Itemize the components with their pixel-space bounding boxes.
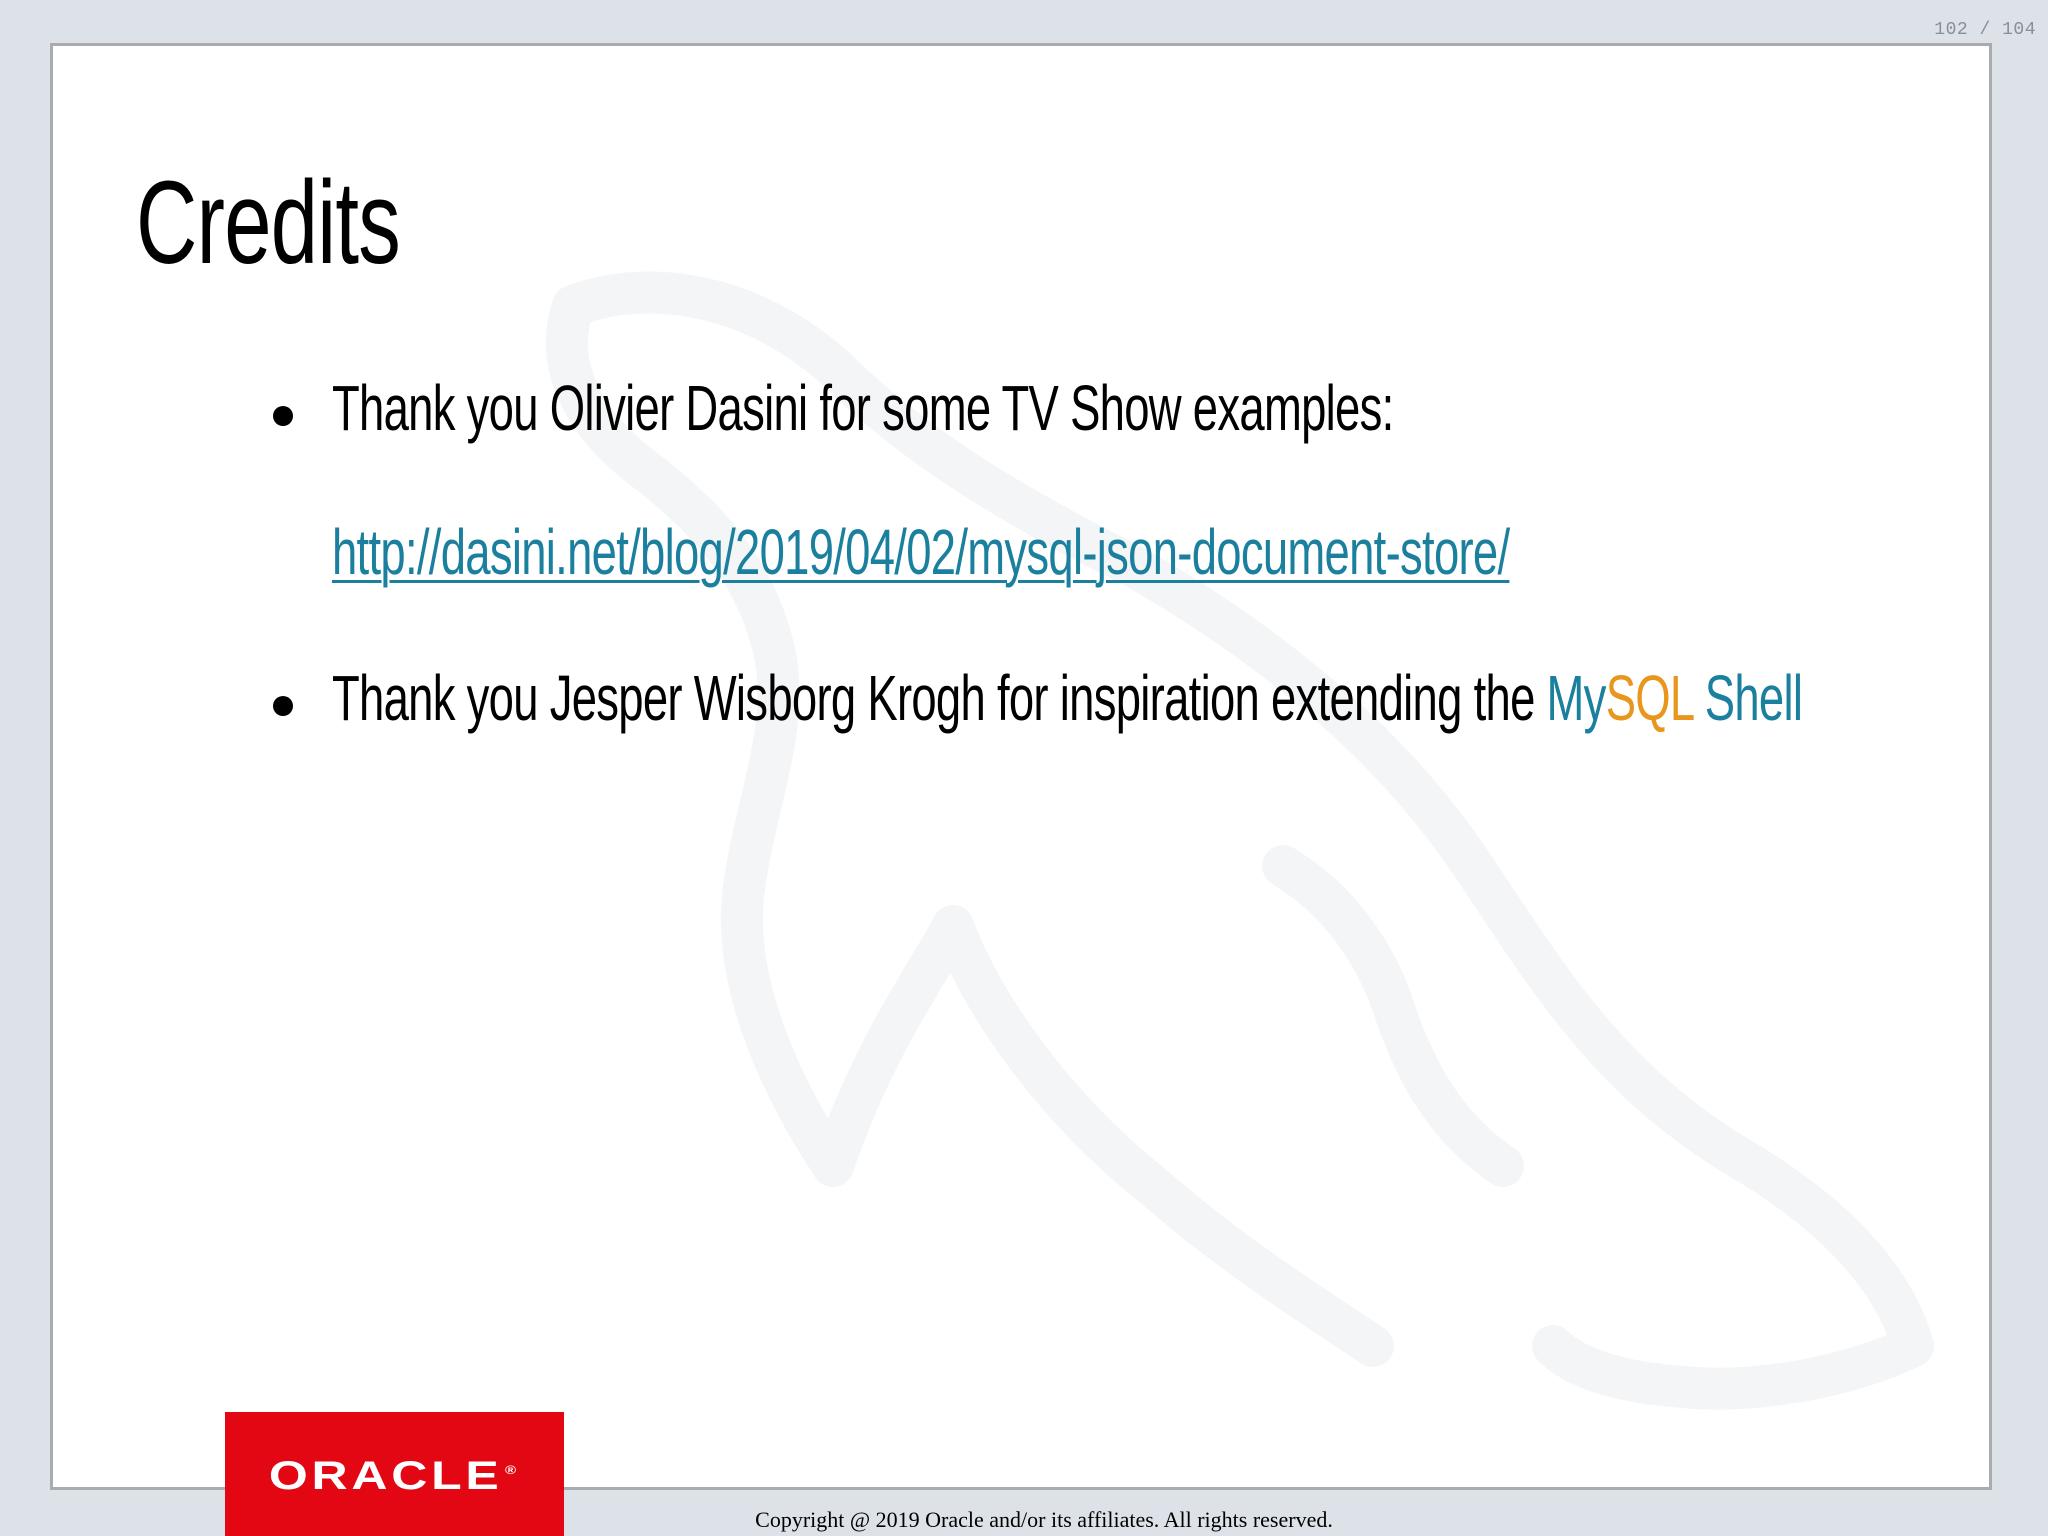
brand-sql: SQL [1605,662,1694,734]
copyright-notice: Copyright @ 2019 Oracle and/or its affil… [755,1507,1333,1532]
brand-my: My [1546,662,1607,734]
dasini-blog-link[interactable]: http://dasini.net/blog/2019/04/02/mysql-… [332,520,1510,584]
oracle-logo-text: ORACLE ® [269,1454,520,1499]
oracle-wordmark: ORACLE [269,1453,503,1498]
page-counter: 102 / 104 [1934,20,2036,40]
registered-mark: ® [505,1463,520,1478]
bullet-dot-icon [273,696,293,716]
bullet-text-with-brand: Thank you Jesper Wisborg Krogh for inspi… [332,666,1803,730]
slide-title: Credits [136,157,401,289]
brand-shell: Shell [1692,662,1803,734]
slide-frame: Credits Thank you Olivier Dasini for som… [50,43,1992,1490]
bullet-text: Thank you Olivier Dasini for some TV Sho… [332,372,1394,444]
bullet-dot-icon [273,406,293,426]
bullet-text: Thank you Jesper Wisborg Krogh for inspi… [332,662,1547,734]
